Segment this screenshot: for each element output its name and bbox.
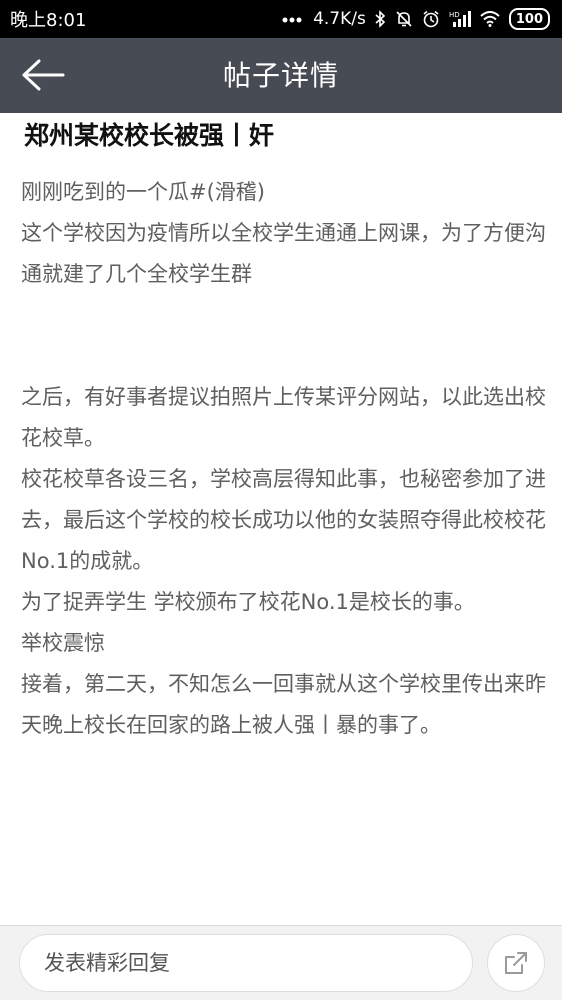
net-speed: 4.7K/s xyxy=(313,9,366,29)
battery-icon: 100 xyxy=(508,8,550,30)
post-paragraph: 接着，第二天，不知怎么一回事就从这个学校里传出来昨天晚上校长在回家的路上被人强丨… xyxy=(21,672,546,737)
share-icon xyxy=(505,952,527,974)
hd-signal-icon: HD xyxy=(449,11,471,27)
back-arrow-icon xyxy=(22,59,65,91)
bluetooth-icon xyxy=(375,10,386,28)
app-header: 帖子详情 xyxy=(0,38,562,113)
bottom-bar: 发表精彩回复 xyxy=(0,925,562,1000)
wifi-icon xyxy=(480,11,500,27)
post-paragraph: 举校震惊 xyxy=(21,631,105,655)
status-icons: 4.7K/s HD 100 xyxy=(282,8,550,30)
post-body: 刚刚吃到的一个瓜#(滑稽) 这个学校因为疫情所以全校学生通通上网课，为了方便沟通… xyxy=(21,172,546,746)
back-button[interactable] xyxy=(14,52,72,98)
page-title: 帖子详情 xyxy=(222,59,339,92)
post-paragraph: 刚刚吃到的一个瓜#(滑稽) xyxy=(21,180,265,204)
post-paragraph: 为了捉弄学生 学校颁布了校花No.1是校长的事。 xyxy=(21,590,475,614)
reply-input[interactable]: 发表精彩回复 xyxy=(19,934,473,992)
post-title: 郑州某校校长被强丨奸 xyxy=(24,121,275,150)
status-time: 晚上8:01 xyxy=(10,10,87,31)
post-paragraph: 校花校草各设三名，学校高层得知此事，也秘密参加了进去，最后这个学校的校长成功以他… xyxy=(21,467,546,573)
post-paragraph: 这个学校因为疫情所以全校学生通通上网课，为了方便沟通就建了几个全校学生群 xyxy=(21,221,546,286)
signal-dots-icon xyxy=(282,17,302,23)
alarm-icon xyxy=(423,10,439,28)
post-content: 郑州某校校长被强丨奸 刚刚吃到的一个瓜#(滑稽) 这个学校因为疫情所以全校学生通… xyxy=(0,113,562,925)
share-button[interactable] xyxy=(487,934,545,992)
svg-text:HD: HD xyxy=(449,11,460,19)
status-bar: 晚上8:01 4.7K/s HD 100 xyxy=(0,0,562,38)
mute-icon xyxy=(396,11,412,27)
post-blank-line xyxy=(21,295,546,377)
post-paragraph: 之后，有好事者提议拍照片上传某评分网站，以此选出校花校草。 xyxy=(21,385,546,450)
